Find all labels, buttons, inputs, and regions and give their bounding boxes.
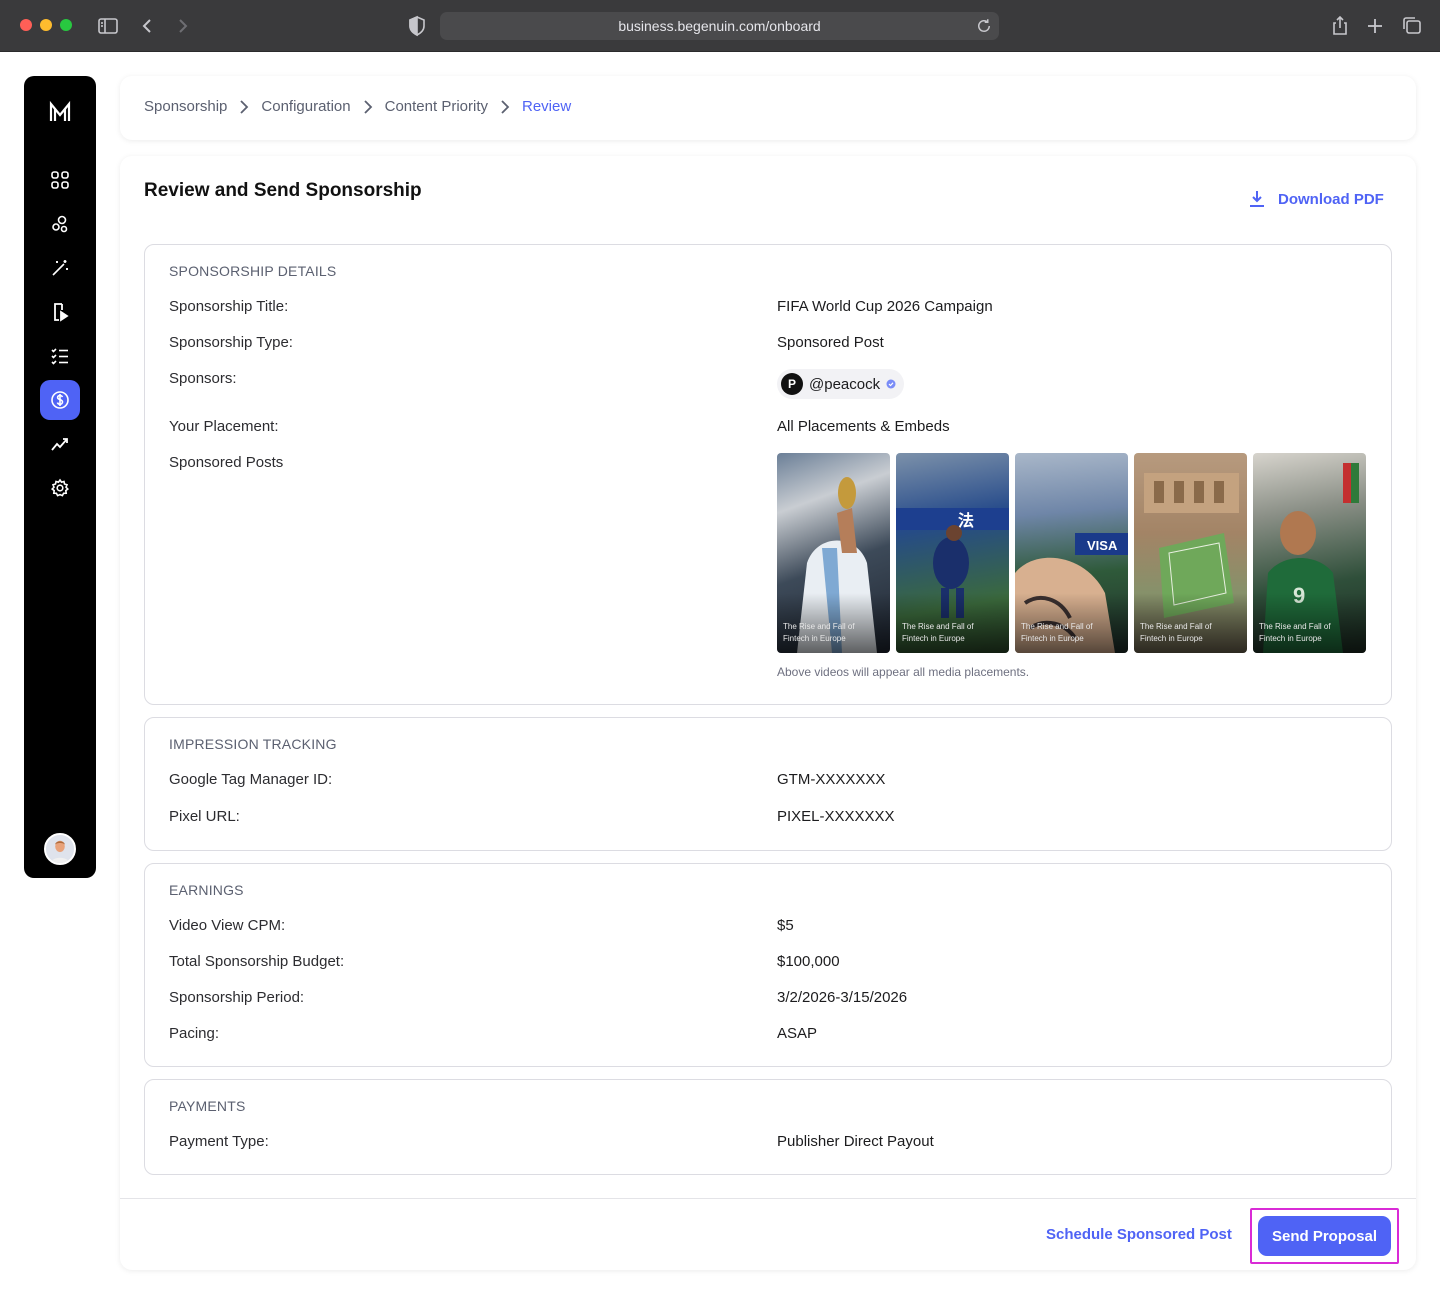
review-panel: Review and Send Sponsorship Download PDF… [120,156,1416,1270]
user-avatar[interactable] [44,833,76,865]
svg-text:法: 法 [958,511,974,530]
sponsored-posts-gallery: The Rise and Fall of Fintech in Europe 法… [777,453,1366,653]
peacock-logo: P [781,373,803,395]
section-heading: SPONSORSHIP DETAILS [169,263,337,279]
post-thumbnail[interactable]: 法 The Rise and Fall of Fintech in Europe [896,453,1009,653]
send-proposal-highlight: Send Proposal [1250,1208,1399,1264]
section-heading: IMPRESSION TRACKING [169,736,337,752]
url-text: business.begenuin.com/onboard [618,18,821,34]
download-pdf-label: Download PDF [1278,190,1384,208]
posts-note: Above videos will appear all media place… [777,665,1030,679]
gtm-id-label: Google Tag Manager ID: [169,771,333,788]
forward-icon[interactable] [170,14,194,38]
earnings-section: EARNINGS Video View CPM: $5 Total Sponso… [144,863,1392,1067]
post-caption: The Rise and Fall of Fintech in Europe [783,622,855,643]
sponsorship-type-label: Sponsorship Type: [169,334,293,351]
nav-community-icon[interactable] [40,204,80,244]
nav-video-icon[interactable] [40,292,80,332]
placement-label: Your Placement: [169,418,279,435]
pixel-url-label: Pixel URL: [169,808,240,825]
pixel-url-value: PIXEL-XXXXXXX [777,808,895,825]
privacy-shield-icon[interactable] [405,14,429,38]
pacing-value: ASAP [777,1025,818,1042]
sidebar-toggle-icon[interactable] [96,14,120,38]
minimize-window-button[interactable] [40,19,52,31]
post-thumbnail[interactable]: The Rise and Fall of Fintech in Europe [1134,453,1247,653]
close-window-button[interactable] [20,19,32,31]
payment-type-label: Payment Type: [169,1133,269,1150]
svg-text:VISA: VISA [1087,538,1118,553]
verified-badge-icon [886,379,896,389]
nav-sponsorship-dollar-icon[interactable] [40,380,80,420]
breadcrumb-review[interactable]: Review [522,98,571,115]
post-caption: The Rise and Fall of Fintech in Europe [1140,622,1212,643]
sidebar [24,76,96,878]
budget-value: $100,000 [777,953,840,970]
placement-value: All Placements & Embeds [777,418,950,435]
payments-section: PAYMENTS Payment Type: Publisher Direct … [144,1079,1392,1175]
breadcrumb-sponsorship[interactable]: Sponsorship [144,98,227,115]
download-pdf-button[interactable]: Download PDF [1248,190,1384,208]
section-heading: PAYMENTS [169,1098,246,1114]
nav-settings-gear-icon[interactable] [40,468,80,508]
nav-analytics-icon[interactable] [40,424,80,464]
chevron-right-icon [500,99,510,114]
sponsors-label: Sponsors: [169,370,237,387]
reload-icon[interactable] [975,17,993,35]
section-heading: EARNINGS [169,882,244,898]
impression-tracking-section: IMPRESSION TRACKING Google Tag Manager I… [144,717,1392,851]
page-title: Review and Send Sponsorship [144,180,422,201]
sponsorship-type-value: Sponsored Post [777,334,884,351]
cpm-value: $5 [777,917,794,934]
download-icon [1250,191,1264,207]
post-thumbnail[interactable]: The Rise and Fall of Fintech in Europe [777,453,890,653]
pacing-label: Pacing: [169,1025,220,1042]
post-thumbnail[interactable]: 9 The Rise and Fall of Fintech in Europe [1253,453,1366,653]
logo-icon[interactable] [46,98,74,126]
share-icon[interactable] [1328,14,1352,38]
browser-toolbar: business.begenuin.com/onboard [0,0,1440,52]
nav-dashboard-icon[interactable] [40,160,80,200]
period-value: 3/2/2026-3/15/2026 [777,989,908,1006]
chevron-right-icon [239,99,249,114]
sponsored-posts-label: Sponsored Posts [169,454,284,471]
footer-divider [120,1198,1416,1199]
address-bar[interactable]: business.begenuin.com/onboard [440,12,999,40]
post-thumbnail[interactable]: VISA The Rise and Fall of Fintech in Eur… [1015,453,1128,653]
cpm-label: Video View CPM: [169,917,286,934]
sponsorship-title-label: Sponsorship Title: [169,298,289,315]
breadcrumb-configuration[interactable]: Configuration [261,98,350,115]
maximize-window-button[interactable] [60,19,72,31]
nav-magic-wand-icon[interactable] [40,248,80,288]
post-caption: The Rise and Fall of Fintech in Europe [902,622,974,643]
breadcrumb-content-priority[interactable]: Content Priority [385,98,488,115]
post-caption: The Rise and Fall of Fintech in Europe [1259,622,1331,643]
gtm-id-value: GTM-XXXXXXX [777,771,886,788]
period-label: Sponsorship Period: [169,989,305,1006]
tab-overview-icon[interactable] [1400,14,1424,38]
sponsor-chip[interactable]: P @peacock [777,369,905,399]
breadcrumb-card: Sponsorship Configuration Content Priori… [120,76,1416,140]
sponsorship-details-section: SPONSORSHIP DETAILS Sponsorship Title: F… [144,244,1392,705]
breadcrumb: Sponsorship Configuration Content Priori… [144,98,571,115]
send-proposal-button[interactable]: Send Proposal [1258,1216,1391,1256]
sponsor-handle: @peacock [809,375,881,393]
payment-type-value: Publisher Direct Payout [777,1133,934,1150]
sponsorship-title-value: FIFA World Cup 2026 Campaign [777,298,993,315]
nav-checklist-icon[interactable] [40,336,80,376]
new-tab-icon[interactable] [1363,14,1387,38]
post-caption: The Rise and Fall of Fintech in Europe [1021,622,1093,643]
chevron-right-icon [363,99,373,114]
budget-label: Total Sponsorship Budget: [169,953,345,970]
schedule-sponsored-post-button[interactable]: Schedule Sponsored Post [1046,1226,1232,1243]
back-icon[interactable] [136,14,160,38]
